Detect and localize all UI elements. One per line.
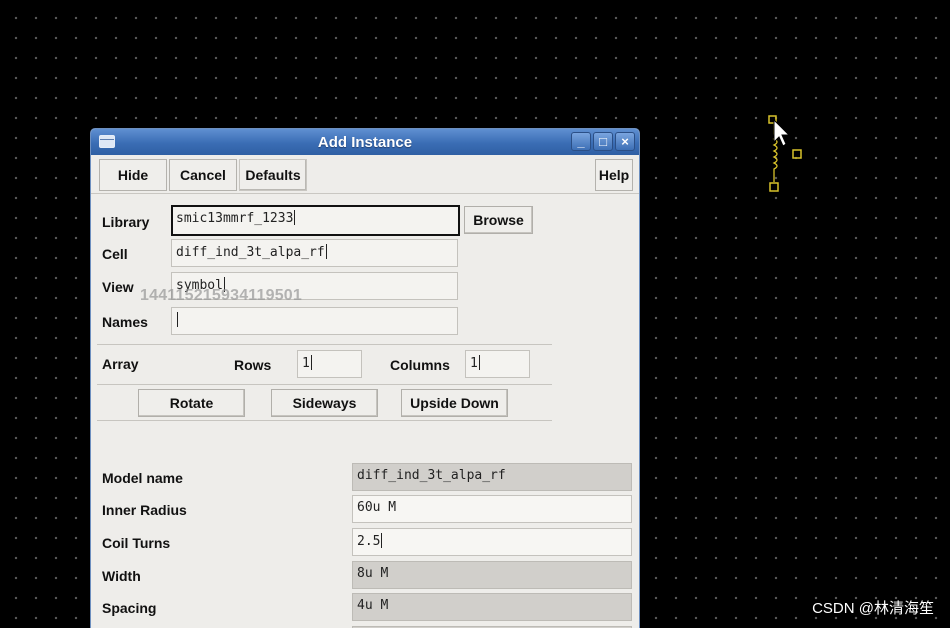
spacing-field[interactable]: 4u M: [352, 593, 632, 621]
model-name-label: Model name: [102, 470, 183, 486]
toolbar-divider: [91, 193, 639, 194]
minimize-icon[interactable]: _: [571, 132, 591, 151]
section-divider: [97, 420, 552, 421]
width-field[interactable]: 8u M: [352, 561, 632, 589]
library-label: Library: [102, 214, 150, 230]
names-label: Names: [102, 314, 148, 330]
section-divider: [97, 384, 552, 385]
columns-label: Columns: [390, 357, 450, 373]
mouse-cursor-icon: [773, 118, 791, 147]
title-bar[interactable]: Add Instance _ □ ×: [91, 129, 639, 155]
inner-radius-input[interactable]: 60u M: [352, 495, 632, 523]
inner-radius-label: Inner Radius: [102, 502, 187, 518]
library-input[interactable]: smic13mmrf_1233: [171, 205, 460, 236]
names-input[interactable]: [171, 307, 458, 335]
dialog-toolbar: Hide Cancel Defaults Help: [97, 159, 633, 191]
view-label: View: [102, 279, 134, 295]
window-menu-icon[interactable]: [99, 135, 115, 148]
csdn-credit: CSDN @林清海笙: [812, 600, 934, 617]
dialog-title: Add Instance: [317, 133, 413, 151]
columns-input[interactable]: 1: [465, 350, 530, 378]
rows-input[interactable]: 1: [297, 350, 362, 378]
browse-button[interactable]: Browse: [464, 206, 533, 234]
upside-down-button[interactable]: Upside Down: [401, 389, 508, 417]
model-name-field: diff_ind_3t_alpa_rf: [352, 463, 632, 491]
coil-turns-input[interactable]: 2.5: [352, 528, 632, 556]
hide-button[interactable]: Hide: [99, 159, 167, 191]
rows-label: Rows: [234, 357, 272, 373]
array-label: Array: [102, 356, 139, 372]
section-divider: [97, 344, 552, 345]
defaults-button[interactable]: Defaults: [239, 159, 307, 191]
close-icon[interactable]: ×: [615, 132, 635, 151]
coil-turns-label: Coil Turns: [102, 535, 171, 551]
width-label: Width: [102, 568, 141, 584]
spacing-label: Spacing: [102, 600, 157, 616]
sideways-button[interactable]: Sideways: [271, 389, 378, 417]
help-button[interactable]: Help: [595, 159, 633, 191]
rotate-button[interactable]: Rotate: [138, 389, 245, 417]
watermark-text: 1441152159341195​01: [140, 287, 303, 304]
cell-label: Cell: [102, 246, 128, 262]
cancel-button[interactable]: Cancel: [169, 159, 237, 191]
inductor-symbol-icon[interactable]: [764, 112, 808, 196]
maximize-icon[interactable]: □: [593, 132, 613, 151]
cell-input[interactable]: diff_ind_3t_alpa_rf: [171, 239, 458, 267]
add-instance-dialog: Add Instance _ □ × Hide Cancel Defaults …: [90, 128, 640, 628]
